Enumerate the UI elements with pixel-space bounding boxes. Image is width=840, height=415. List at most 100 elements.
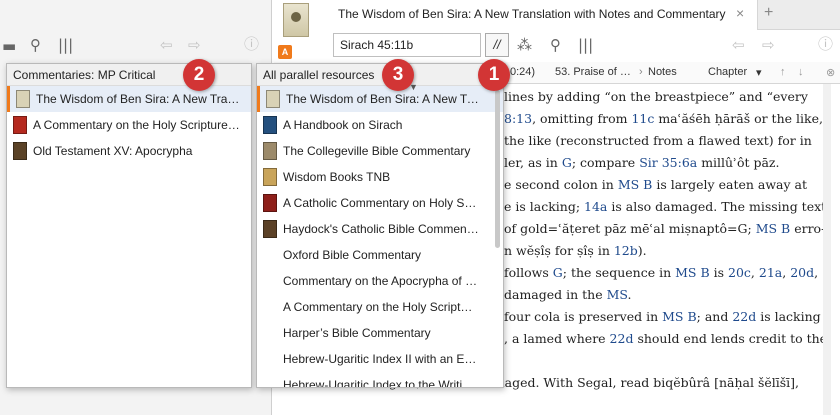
resource-list-item[interactable]: Hebrew-Ugaritic Index to the Writings — [257, 372, 503, 387]
location-reference[interactable]: 0:24) — [510, 66, 535, 78]
reference-link[interactable]: MS B — [618, 177, 653, 192]
resource-list-item-label: A Commentary on the Holy Scripture: Sira… — [283, 300, 479, 314]
location-section[interactable]: 53. Praise of … — [555, 66, 631, 78]
book-cover-icon — [13, 142, 27, 160]
callout-1: 1 — [478, 59, 510, 91]
resource-list-item[interactable]: Commentary on the Apocrypha of the Old T… — [257, 268, 503, 294]
resource-list-item[interactable]: Harper’s Bible Commentary — [257, 320, 503, 346]
chapter-dropdown-caret-icon[interactable]: ▾ — [756, 66, 762, 79]
resource-tab[interactable]: The Wisdom of Ben Sira: A New Translatio… — [274, 0, 758, 30]
reading-scrollbar[interactable] — [823, 84, 831, 415]
text-segment: is damaged. With Segal, read biqĕbûrâ [n… — [458, 375, 800, 390]
chapter-dropdown[interactable]: Chapter — [708, 66, 747, 78]
text-segment: maʿăśēh ḥārāš or the like, — [654, 111, 823, 126]
resource-list-item-label: A Commentary on the Holy Scripture: Sira… — [33, 118, 241, 132]
text-segment: e is lacking; — [504, 199, 585, 214]
text-segment: , — [782, 265, 791, 280]
reference-link[interactable]: 22d — [732, 309, 756, 324]
text-segment: ler, as in — [504, 155, 562, 170]
dropdown-scrollbar[interactable] — [495, 90, 500, 248]
resource-list-item[interactable]: The Wisdom of Ben Sira: A New Translatio… — [257, 86, 503, 112]
parallel-columns-icon[interactable]: ||| — [578, 37, 593, 53]
commentaries-dropdown: Commentaries: MP Critical ✓ The Wisdom o… — [6, 63, 252, 388]
reference-link[interactable]: MS — [607, 287, 628, 302]
resource-list-item[interactable]: Wisdom Books TNB — [257, 164, 503, 190]
resource-list-item-label: The Collegeville Bible Commentary — [283, 144, 471, 158]
reference-link[interactable]: MS B — [675, 265, 710, 280]
reference-input[interactable]: Sirach 45:11b — [333, 33, 481, 57]
reference-link[interactable]: MS B — [756, 221, 791, 236]
reference-link[interactable]: 12b — [614, 243, 638, 258]
book-cover-icon — [283, 3, 309, 37]
reference-link[interactable]: 14a — [584, 199, 607, 214]
resource-list-item[interactable]: A Commentary on the Holy Scripture: Sira… — [7, 112, 251, 138]
text-segment: damaged in the — [504, 287, 607, 302]
text-segment: ). — [637, 243, 647, 258]
search-icon[interactable]: ⚲ — [30, 37, 41, 53]
parallel-resources-button[interactable]: // — [485, 33, 509, 57]
previous-chapter-icon[interactable]: ↑ — [780, 66, 786, 78]
reference-link[interactable]: 21a — [759, 265, 782, 280]
left-toolbar: ▬ ⚲ ||| ⇦ ⇨ ⓘ — [0, 30, 272, 62]
text-segment: four cola is preserved in — [504, 309, 663, 324]
text-line: 8:13, omitting from 11c maʿăśēh ḥārāš or… — [504, 109, 823, 129]
reference-link[interactable]: G — [553, 265, 563, 280]
text-segment: , a lamed where — [504, 331, 610, 346]
resource-list-item-label: Commentary on the Apocrypha of the Old T… — [283, 274, 479, 288]
resource-list-item[interactable]: The Collegeville Bible Commentary — [257, 138, 503, 164]
resource-list-item[interactable]: A Catholic Commentary on Holy Scripture — [257, 190, 503, 216]
parallel-resources-header-label: All parallel resources — [263, 68, 375, 82]
reference-link[interactable]: 22d — [610, 331, 634, 346]
book-cover-icon — [13, 116, 27, 134]
book-cover-icon — [263, 168, 277, 186]
reference-link[interactable]: 11c — [631, 111, 654, 126]
resource-list-item-label: Wisdom Books TNB — [283, 170, 391, 184]
resource-list-item[interactable]: Haydock's Catholic Bible Commentary — [257, 216, 503, 242]
text-line: follows G; the sequence in MS B is 20c, … — [504, 263, 818, 283]
reference-link[interactable]: Sir 35:6a — [639, 155, 697, 170]
panel-menu-icon[interactable]: ▬ — [2, 38, 16, 54]
info-icon[interactable]: ⓘ — [244, 36, 259, 52]
next-chapter-icon[interactable]: ↓ — [798, 66, 804, 78]
visual-filters-icon[interactable]: ⁂ — [517, 37, 532, 53]
resource-list-item-label: Haydock's Catholic Bible Commentary — [283, 222, 479, 236]
reference-link[interactable]: 20d — [790, 265, 814, 280]
resource-list-item-label: Oxford Bible Commentary — [283, 248, 422, 262]
close-tab-icon[interactable]: × — [736, 5, 744, 21]
new-tab-icon[interactable]: + — [764, 4, 773, 22]
text-segment: lines by adding “on the breastpiece” and… — [504, 89, 808, 104]
callout-2: 2 — [183, 59, 215, 91]
text-segment: e second colon in — [504, 177, 618, 192]
book-cover-icon — [263, 116, 277, 134]
text-line: e is lacking; 14a is also damaged. The m… — [504, 197, 826, 217]
tab-title: The Wisdom of Ben Sira: A New Translatio… — [338, 7, 726, 21]
breadcrumb-separator-icon: › — [639, 66, 643, 78]
resource-list-item[interactable]: The Wisdom of Ben Sira: A New Translatio… — [7, 86, 251, 112]
book-cover-icon — [16, 90, 30, 108]
resource-list-item[interactable]: Oxford Bible Commentary — [257, 242, 503, 268]
back-icon[interactable]: ⇦ — [732, 37, 745, 53]
header-caret-icon: ▼ — [409, 82, 418, 92]
text-line: damaged in the MS. — [504, 285, 632, 305]
resource-list-item[interactable]: A Handbook on Sirach — [257, 112, 503, 138]
text-segment: , omitting from — [532, 111, 632, 126]
reference-link[interactable]: 8:13 — [504, 111, 532, 126]
forward-icon[interactable]: ⇨ — [188, 37, 201, 53]
search-icon[interactable]: ⚲ — [550, 37, 561, 53]
resource-list-item[interactable]: A Commentary on the Holy Scripture: Sira… — [257, 294, 503, 320]
back-icon[interactable]: ⇦ — [160, 37, 173, 53]
close-location-icon[interactable]: ⊗ — [826, 66, 835, 79]
parallel-resources-header[interactable]: All parallel resources — [257, 64, 503, 86]
resource-list-item[interactable]: Old Testament XV: Apocrypha — [7, 138, 251, 164]
parallel-columns-icon[interactable]: ||| — [58, 37, 73, 53]
reference-link[interactable]: MS B — [662, 309, 697, 324]
parallel-resources-dropdown: All parallel resources The Wisdom of Ben… — [256, 63, 504, 388]
reference-link[interactable]: 20c — [728, 265, 751, 280]
info-icon[interactable]: ⓘ — [818, 36, 833, 52]
location-notes[interactable]: Notes — [648, 66, 677, 78]
resource-list-item-label: A Catholic Commentary on Holy Scripture — [283, 196, 479, 210]
resource-list-item[interactable]: Hebrew-Ugaritic Index II with an Eblaite… — [257, 346, 503, 372]
forward-icon[interactable]: ⇨ — [762, 37, 775, 53]
text-segment: the like (reconstructed from a flawed te… — [504, 133, 800, 148]
reference-link[interactable]: G — [562, 155, 572, 170]
